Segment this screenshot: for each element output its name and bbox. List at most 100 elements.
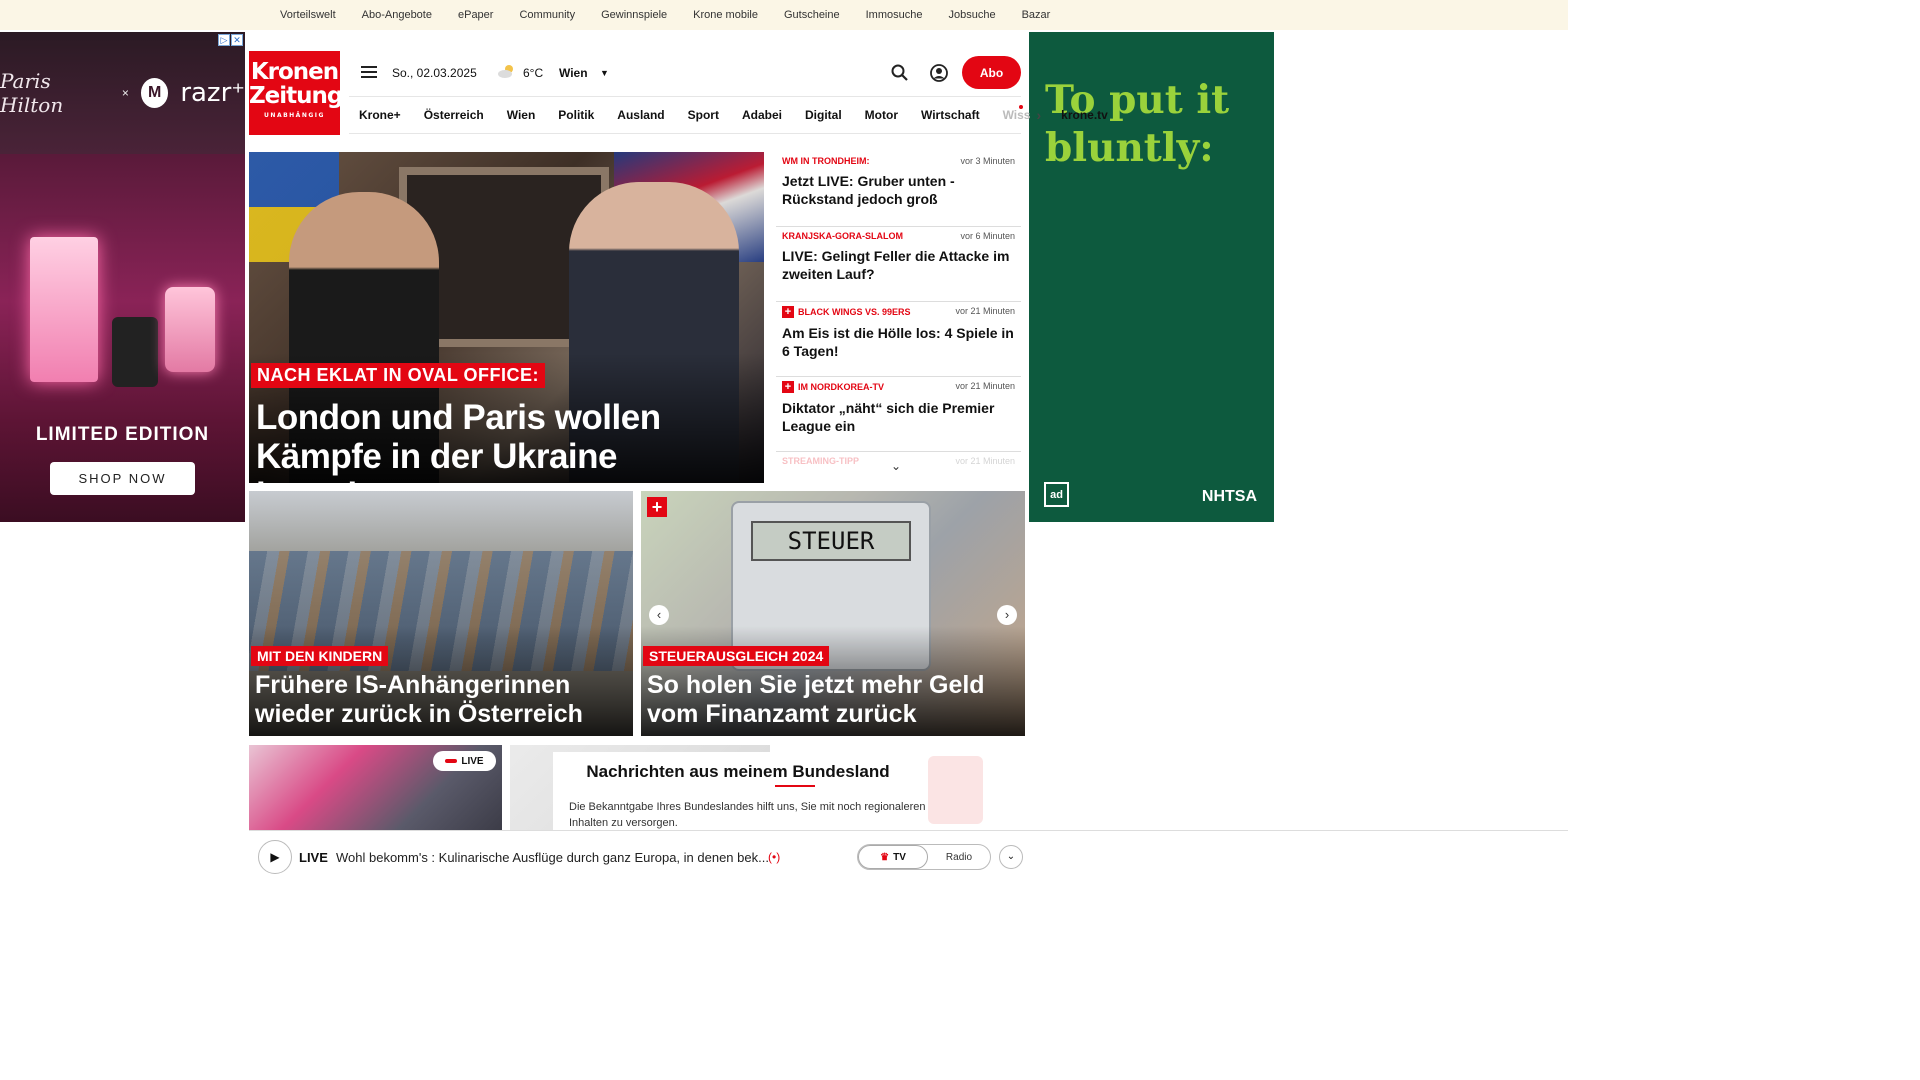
teaser-title[interactable]: So holen Sie jetzt mehr Geld vom Finanza…	[647, 671, 1022, 729]
teaser-title[interactable]: Frühere IS-Anhängerinnen wieder zurück i…	[255, 671, 630, 729]
nav-item-krone-plus[interactable]: Krone+	[359, 108, 401, 122]
list-item[interactable]: + BLACK WINGS VS. 99ERS vor 21 Minuten Am…	[776, 302, 1021, 377]
news-kicker: WM IN TRONDHEIM:	[782, 156, 870, 166]
tv-radio-toggle[interactable]: ♛ TV Radio	[857, 844, 991, 870]
news-time: vor 21 Minuten	[955, 306, 1015, 316]
chevron-right-icon[interactable]: ›	[1036, 107, 1041, 123]
teaser-kicker: MIT DEN KINDERN	[251, 646, 389, 666]
news-kicker: BLACK WINGS VS. 99ERS	[798, 307, 911, 317]
search-icon[interactable]	[890, 63, 910, 83]
topbar-link-abo-angebote[interactable]: Abo-Angebote	[362, 9, 432, 21]
hero-article[interactable]: NACH EKLAT IN OVAL OFFICE: London und Pa…	[249, 152, 764, 483]
ad-brand-row: Paris Hilton × M razr⁺	[0, 32, 245, 154]
news-kicker: IM NORDKOREA-TV	[798, 382, 884, 392]
news-kicker: STREAMING-TIPP	[782, 456, 860, 466]
news-headline[interactable]: LIVE: Gelingt Feller die Attacke im zwei…	[782, 247, 1015, 283]
player-live-label: LIVE	[299, 850, 328, 865]
topbar-link-jobsuche[interactable]: Jobsuche	[948, 9, 995, 21]
nav-item-sport[interactable]: Sport	[688, 108, 719, 122]
nav-item-wirtschaft[interactable]: Wirtschaft	[921, 108, 980, 122]
left-ad-banner[interactable]: Paris Hilton × M razr⁺ ▷ ✕ LIMITED EDITIO…	[0, 32, 245, 522]
topbar-link-gutscheine[interactable]: Gutscheine	[784, 9, 840, 21]
popup-title-underline	[775, 785, 815, 787]
news-headline[interactable]: Am Eis ist die Hölle los: 4 Spiele in 6 …	[782, 324, 1015, 360]
nav-item-motor[interactable]: Motor	[865, 108, 898, 122]
chevron-right-icon[interactable]: ›	[997, 605, 1017, 625]
chevron-down-icon[interactable]: ▼	[600, 68, 609, 78]
news-time: vor 3 Minuten	[960, 156, 1015, 166]
ad-signature: Paris Hilton	[0, 69, 64, 117]
topbar-link-krone-mobile[interactable]: Krone mobile	[693, 9, 758, 21]
nav-item-wien[interactable]: Wien	[507, 108, 536, 122]
live-dot-icon	[1019, 105, 1023, 109]
ad-brand-name: razr⁺	[180, 78, 245, 108]
nav-item-oesterreich[interactable]: Österreich	[424, 108, 484, 122]
hero-title[interactable]: London und Paris wollen Kämpfe in der Uk…	[256, 398, 761, 483]
crown-icon: ♛	[880, 851, 890, 863]
list-item[interactable]: + IM NORDKOREA-TV vor 21 Minuten Diktator…	[776, 377, 1021, 452]
chevron-down-icon[interactable]: ⌄	[999, 845, 1023, 869]
adchoices-icon[interactable]: ▷ ✕	[218, 34, 243, 46]
news-headline[interactable]: Jetzt LIVE: Gruber unten - Rückstand jed…	[782, 172, 1015, 208]
logo-line-1: Kronen	[250, 59, 339, 85]
list-item[interactable]: KRANJSKA-GORA-SLALOM vor 6 Minuten LIVE:…	[776, 227, 1021, 302]
teaser-article[interactable]: STEUER + ‹ › STEUERAUSGLEICH 2024 So hol…	[641, 491, 1025, 736]
broadcast-icon: (•)	[768, 850, 781, 864]
ad-product-phone	[112, 317, 158, 387]
live-indicator-icon	[445, 759, 458, 763]
logo-line-2: Zeitung	[249, 83, 343, 109]
news-kicker: KRANJSKA-GORA-SLALOM	[782, 231, 903, 241]
news-headline[interactable]: Diktator „näht“ sich die Premier League …	[782, 399, 1015, 435]
ad-cross: ×	[121, 86, 129, 100]
chevron-left-icon[interactable]: ‹	[649, 605, 669, 625]
news-time: vor 6 Minuten	[960, 231, 1015, 241]
radio-toggle-button[interactable]: Radio	[928, 852, 990, 863]
right-ad-banner[interactable]: To put it bluntly: ad NHTSA	[1029, 32, 1274, 522]
nav-item-krone-tv[interactable]: krone.tv	[1061, 108, 1108, 122]
header-temperature: 6°C	[523, 66, 544, 80]
cloud-sun-icon	[498, 65, 513, 78]
shop-now-button[interactable]: SHOP NOW	[50, 462, 195, 495]
ad-product-box	[30, 237, 98, 382]
krone-plus-icon: +	[782, 306, 794, 318]
ad-headline: LIMITED EDITION	[35, 424, 210, 445]
live-badge: LIVE	[433, 751, 496, 771]
menu-icon[interactable]	[361, 66, 377, 78]
topbar-link-epaper[interactable]: ePaper	[458, 9, 493, 21]
site-logo[interactable]: Kronen Zeitung UNABHÄNGIG	[249, 51, 343, 135]
nav-item-politik[interactable]: Politik	[558, 108, 594, 122]
logo-tagline: UNABHÄNGIG	[264, 112, 325, 119]
live-player-bar: ▶ LIVE Wohl bekomm's : Kulinarische Ausf…	[249, 830, 1568, 882]
krone-plus-icon: +	[782, 381, 794, 393]
topbar-link-community[interactable]: Community	[519, 9, 575, 21]
bundesland-popup: Nachrichten aus meinem Bundesland Die Be…	[553, 752, 993, 832]
user-account-icon[interactable]	[929, 63, 949, 83]
news-time: vor 21 Minuten	[955, 381, 1015, 391]
teaser-article[interactable]: MIT DEN KINDERN Frühere IS-Anhängerinnen…	[249, 491, 633, 736]
nav-item-adabei[interactable]: Adabei	[742, 108, 782, 122]
topbar-link-bazar[interactable]: Bazar	[1022, 9, 1051, 21]
live-badge-label: LIVE	[461, 755, 484, 767]
tv-toggle-button[interactable]: ♛ TV	[858, 845, 928, 869]
ad-headline-right: To put it bluntly:	[1045, 77, 1230, 171]
latest-news-list: WM IN TRONDHEIM: vor 3 Minuten Jetzt LIV…	[776, 152, 1021, 482]
topbar-link-immosuche[interactable]: Immosuche	[866, 9, 923, 21]
hero-kicker: NACH EKLAT IN OVAL OFFICE:	[251, 363, 545, 388]
teaser-kicker: STEUERAUSGLEICH 2024	[643, 646, 830, 666]
nav-item-overflow[interactable]: Wiss	[1003, 108, 1031, 122]
nav-item-digital[interactable]: Digital	[805, 108, 842, 122]
topbar-link-vorteilswelt[interactable]: Vorteilswelt	[280, 9, 336, 21]
ad-product-flip-phone	[165, 287, 215, 372]
chevron-down-icon[interactable]: ⌄	[891, 459, 901, 473]
list-item[interactable]: WM IN TRONDHEIM: vor 3 Minuten Jetzt LIV…	[776, 152, 1021, 227]
main-navigation: Krone+ Österreich Wien Politik Ausland S…	[349, 96, 1108, 134]
city-selector[interactable]: Wien	[559, 66, 588, 80]
popup-text: Die Bekanntgabe Ihres Bundeslandes hilft…	[569, 801, 926, 829]
krone-plus-icon: +	[647, 497, 667, 517]
player-show-title[interactable]: Wohl bekomm's : Kulinarische Ausflüge du…	[336, 850, 769, 865]
abo-button[interactable]: Abo	[962, 56, 1021, 89]
tv-toggle-label: TV	[893, 851, 906, 863]
nav-item-ausland[interactable]: Ausland	[617, 108, 664, 122]
play-button[interactable]: ▶	[258, 840, 292, 874]
topbar-link-gewinnspiele[interactable]: Gewinnspiele	[601, 9, 667, 21]
